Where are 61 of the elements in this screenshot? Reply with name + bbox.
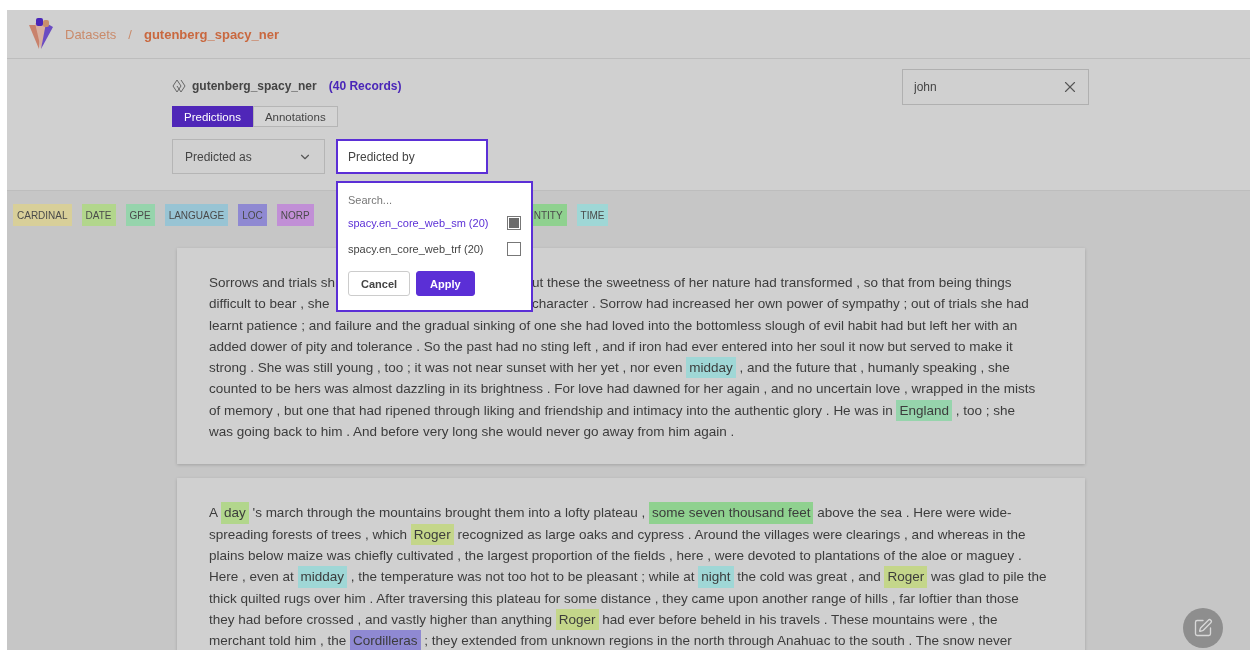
record-text: , the temperature was not too hot to be pleasant ; while at — [349, 568, 696, 587]
entity-tag[interactable]: LANGUAGE — [164, 204, 229, 226]
checkbox[interactable] — [507, 242, 521, 256]
record-text: 's march through the mountains brought them into a lofty plateau , — [251, 504, 647, 523]
entity-highlight: night — [698, 566, 734, 588]
record-text: recognized as large oaks and cypress . Around the villages were clearings , and whereas in the — [456, 525, 1026, 544]
entity-highlight: Roger — [884, 566, 928, 588]
record-text: , and the future that , humanly speaking , she — [738, 359, 1010, 378]
tab[interactable]: Predictions — [172, 106, 253, 127]
record-text: counted to be hers was almost dazzling in its brightness . For love had dawned for her again , and no uncertain love , wrapped in the mists — [209, 380, 1036, 399]
record-text: added dower of pity and tolerance . So the past had no sting left , and if iron had ever entered into her soul it now but served to make it — [209, 337, 1013, 356]
record-text: thick quilted rugs over him . After traversing this plateau for some distance , they came upon another range of hills , far loftier than those — [209, 589, 1019, 608]
record-text: above the sea . Here were wide- — [816, 504, 1012, 523]
record-text: , too ; she — [954, 401, 1015, 420]
record-text: plains below maize was chiefly cultivated , the largest proportion of the fields , here , were devoted to plantations of the aloe or maguey . — [209, 546, 1022, 565]
record-text: Here , even at — [209, 568, 295, 587]
record-text: they had before crossed , and vastly higher than anything — [209, 610, 553, 629]
record-text: was glad to pile the — [929, 568, 1047, 587]
entity-tag[interactable]: GPE — [125, 204, 155, 226]
entity-highlight: Roger — [555, 608, 599, 631]
record-text: learnt patience ; and failure and the gradual sinking of one she had loved into the bottomless slough of evil habit had but left her with an — [209, 316, 1018, 335]
pencil-square-icon — [1193, 618, 1213, 638]
apply-button[interactable]: Apply — [416, 271, 475, 296]
record-text: ; they extended from unknown regions in the north through Anahuac to the south . The snow never — [423, 632, 1012, 650]
record-text: was going back to him . And before very long she would never go away from him again . — [209, 423, 735, 442]
record-count: (40 Records) — [328, 79, 402, 93]
breadcrumb-separator: / — [128, 26, 132, 42]
record-text: difficult to bear , she — [209, 296, 330, 312]
entity-highlight: England — [896, 399, 952, 422]
option-label[interactable]: spacy.en_core_web_trf (20) — [348, 243, 484, 255]
record-text: merchant told him , the — [209, 632, 348, 650]
entity-tag[interactable]: CARDINAL — [13, 204, 72, 226]
entity-tag[interactable]: DATE — [81, 204, 116, 226]
entity-highlight: midday — [686, 357, 736, 379]
entity-highlight: Roger — [410, 523, 454, 545]
search-field[interactable]: Search... — [348, 191, 521, 209]
tab[interactable]: Annotations — [252, 106, 338, 127]
checkbox[interactable] — [507, 216, 521, 230]
logo-icon — [27, 17, 55, 51]
predicted-as-dropdown[interactable]: Predicted as — [172, 139, 325, 174]
dataset-name: gutenberg_spacy_ner — [192, 79, 317, 93]
search-field[interactable]: john — [902, 69, 1089, 105]
record-text: ut these the sweetness of her nature had transformed , so that from being things — [532, 274, 1012, 292]
record-text: the cold was great , and — [736, 568, 882, 587]
option-label[interactable]: spacy.en_core_web_sm (20) — [348, 217, 489, 229]
predicted-by-field[interactable]: Predicted by — [336, 139, 488, 174]
record-text: character . Sorrow had increased her own power of sympathy ; out of trials she had — [532, 295, 1029, 314]
entity-tag[interactable]: TIME — [576, 204, 609, 226]
entity-highlight: midday — [297, 566, 348, 588]
entity-highlight: Cordilleras — [350, 630, 421, 650]
record-text: of memory , but one that had ripened through liking and friendship and intimacy into the authentic glory . He was in — [209, 401, 894, 420]
record-text: Sorrows and trials sh — [209, 275, 336, 290]
entity-highlight: some seven thousand feet — [649, 502, 814, 524]
record-text: spreading forests of trees , which — [209, 525, 409, 544]
cancel-button[interactable]: Cancel — [348, 271, 411, 296]
entity-highlight: day — [221, 502, 249, 524]
entity-tag[interactable]: NORP — [276, 204, 314, 226]
record-text: A — [209, 504, 219, 523]
diamond-icon — [172, 79, 186, 93]
record-text: strong . She was still young , too ; it was not near sunset with her yet , nor even — [209, 359, 684, 378]
record-text: had ever before beheld in his travels . These mountains were , the — [601, 610, 998, 629]
